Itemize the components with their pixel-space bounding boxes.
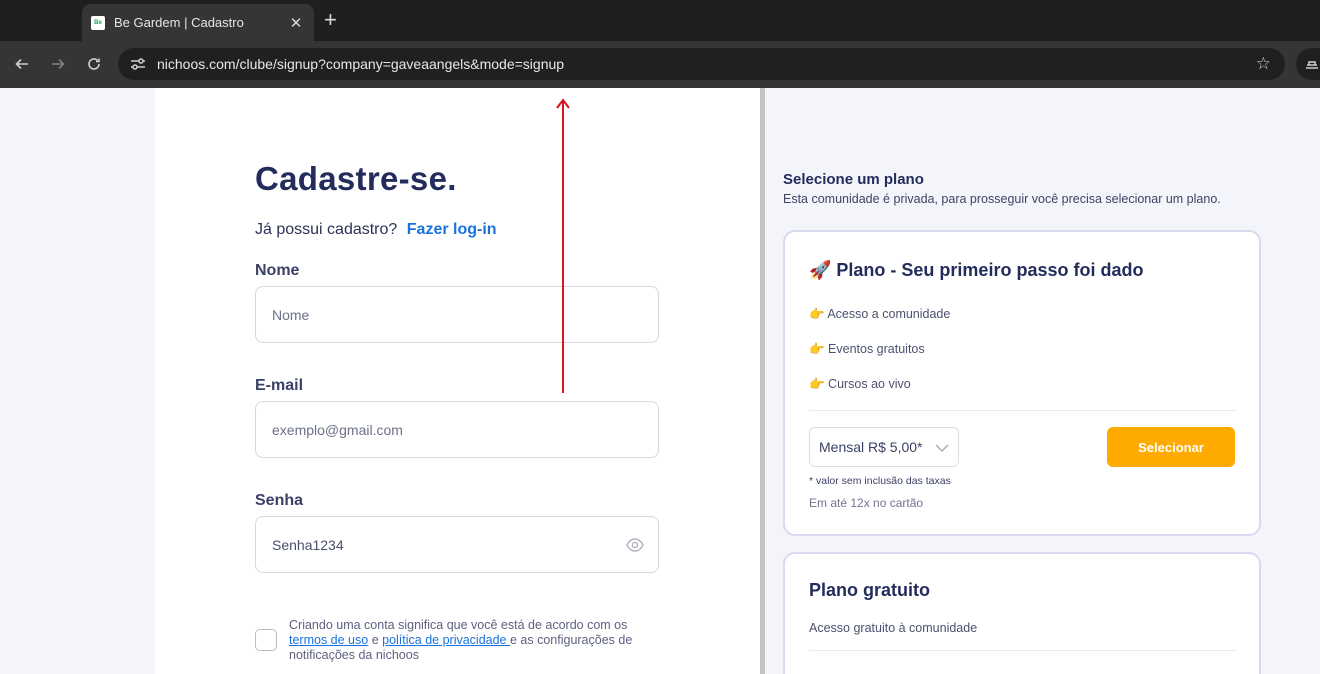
billing-period-select[interactable]: Mensal R$ 5,00* <box>809 427 959 467</box>
plan-description: Acesso gratuito à comunidade <box>809 621 978 635</box>
panel-divider <box>760 88 765 674</box>
url-text[interactable]: nichoos.com/clube/signup?company=gaveaan… <box>157 56 1256 72</box>
page-title: Cadastre-se. <box>255 160 457 197</box>
billing-period-value: Mensal R$ 5,00* <box>819 439 923 455</box>
plan-feature: 👉 Cursos ao vivo <box>809 377 911 391</box>
plan-title: 🚀 Plano - Seu primeiro passo foi dado <box>809 260 1144 280</box>
tab-title: Be Gardem | Cadastro <box>114 15 244 30</box>
terms-text-part: e <box>368 633 383 647</box>
extension-icon[interactable] <box>1296 48 1320 80</box>
terms-text-part: Criando uma conta significa que você est… <box>289 618 628 632</box>
plan-title: Plano gratuito <box>809 580 930 600</box>
plan-feature: 👉 Eventos gratuitos <box>809 342 925 356</box>
password-input[interactable] <box>272 536 602 553</box>
password-label: Senha <box>255 492 304 509</box>
name-label: Nome <box>255 262 300 279</box>
back-icon[interactable] <box>11 53 33 75</box>
terms-checkbox[interactable] <box>255 629 277 651</box>
tab-close-icon[interactable]: ✕ <box>286 14 306 32</box>
login-prompt-text: Já possui cadastro? <box>255 221 398 238</box>
password-field[interactable] <box>255 516 659 573</box>
show-password-icon[interactable] <box>626 536 644 554</box>
free-plan-card: Plano gratuito Acesso gratuito à comunid… <box>783 552 1261 674</box>
plan-feature: 👉 Acesso a comunidade <box>809 307 951 321</box>
email-field[interactable] <box>255 401 659 458</box>
annotation-arrow <box>556 98 570 393</box>
reload-icon[interactable] <box>83 53 105 75</box>
forward-icon[interactable] <box>47 53 69 75</box>
browser-tab-bar: Be Be Gardem | Cadastro ✕ + <box>0 0 1320 41</box>
bookmark-star-icon[interactable]: ☆ <box>1256 54 1271 74</box>
name-field[interactable] <box>255 286 659 343</box>
terms-text: Criando uma conta significa que você est… <box>289 618 661 663</box>
terms-of-use-link[interactable]: termos de uso <box>289 633 368 647</box>
plans-section-title: Selecione um plano <box>783 171 924 188</box>
privacy-policy-link[interactable]: política de privacidade <box>382 633 510 647</box>
site-settings-icon[interactable] <box>128 54 148 74</box>
select-plan-button[interactable]: Selecionar <box>1107 427 1235 467</box>
chevron-down-icon <box>935 444 949 453</box>
tax-note: * valor sem inclusão das taxas <box>809 475 951 487</box>
email-label: E-mail <box>255 377 304 394</box>
browser-toolbar: nichoos.com/clube/signup?company=gaveaan… <box>0 41 1320 88</box>
new-tab-icon[interactable]: + <box>324 8 337 32</box>
favicon-icon: Be <box>91 15 105 30</box>
login-prompt: Já possui cadastro? Fazer log-in <box>255 221 497 239</box>
signup-panel <box>155 88 760 674</box>
paid-plan-card: 🚀 Plano - Seu primeiro passo foi dado 👉 … <box>783 230 1261 536</box>
email-input[interactable] <box>272 421 602 438</box>
plans-section-subtitle: Esta comunidade é privada, para prossegu… <box>783 192 1221 206</box>
card-divider <box>809 410 1237 411</box>
address-bar[interactable]: nichoos.com/clube/signup?company=gaveaan… <box>118 48 1285 80</box>
login-link[interactable]: Fazer log-in <box>407 221 497 238</box>
installments-note: Em até 12x no cartão <box>809 496 924 510</box>
browser-tab[interactable]: Be Be Gardem | Cadastro ✕ <box>82 4 314 41</box>
card-divider <box>809 650 1237 651</box>
